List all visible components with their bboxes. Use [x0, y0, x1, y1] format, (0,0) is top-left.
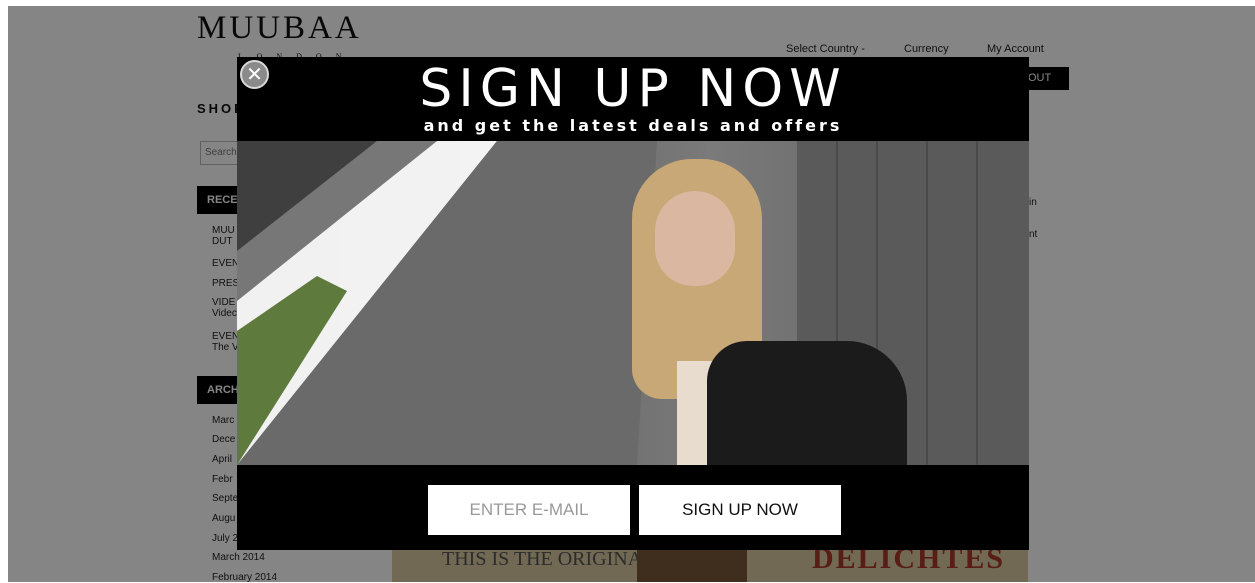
newsletter-modal: SIGN UP NOW and get the latest deals and…	[237, 57, 1029, 550]
model-photo	[237, 141, 1029, 465]
page-edge	[0, 0, 8, 582]
modal-subtitle: and get the latest deals and offers	[423, 116, 843, 135]
model-face	[655, 191, 735, 286]
sign-up-button[interactable]: SIGN UP NOW	[639, 485, 841, 535]
modal-title: SIGN UP NOW	[419, 59, 847, 119]
email-field[interactable]	[428, 485, 630, 535]
model-jacket	[707, 341, 907, 465]
close-icon[interactable]: ✕	[240, 60, 269, 89]
